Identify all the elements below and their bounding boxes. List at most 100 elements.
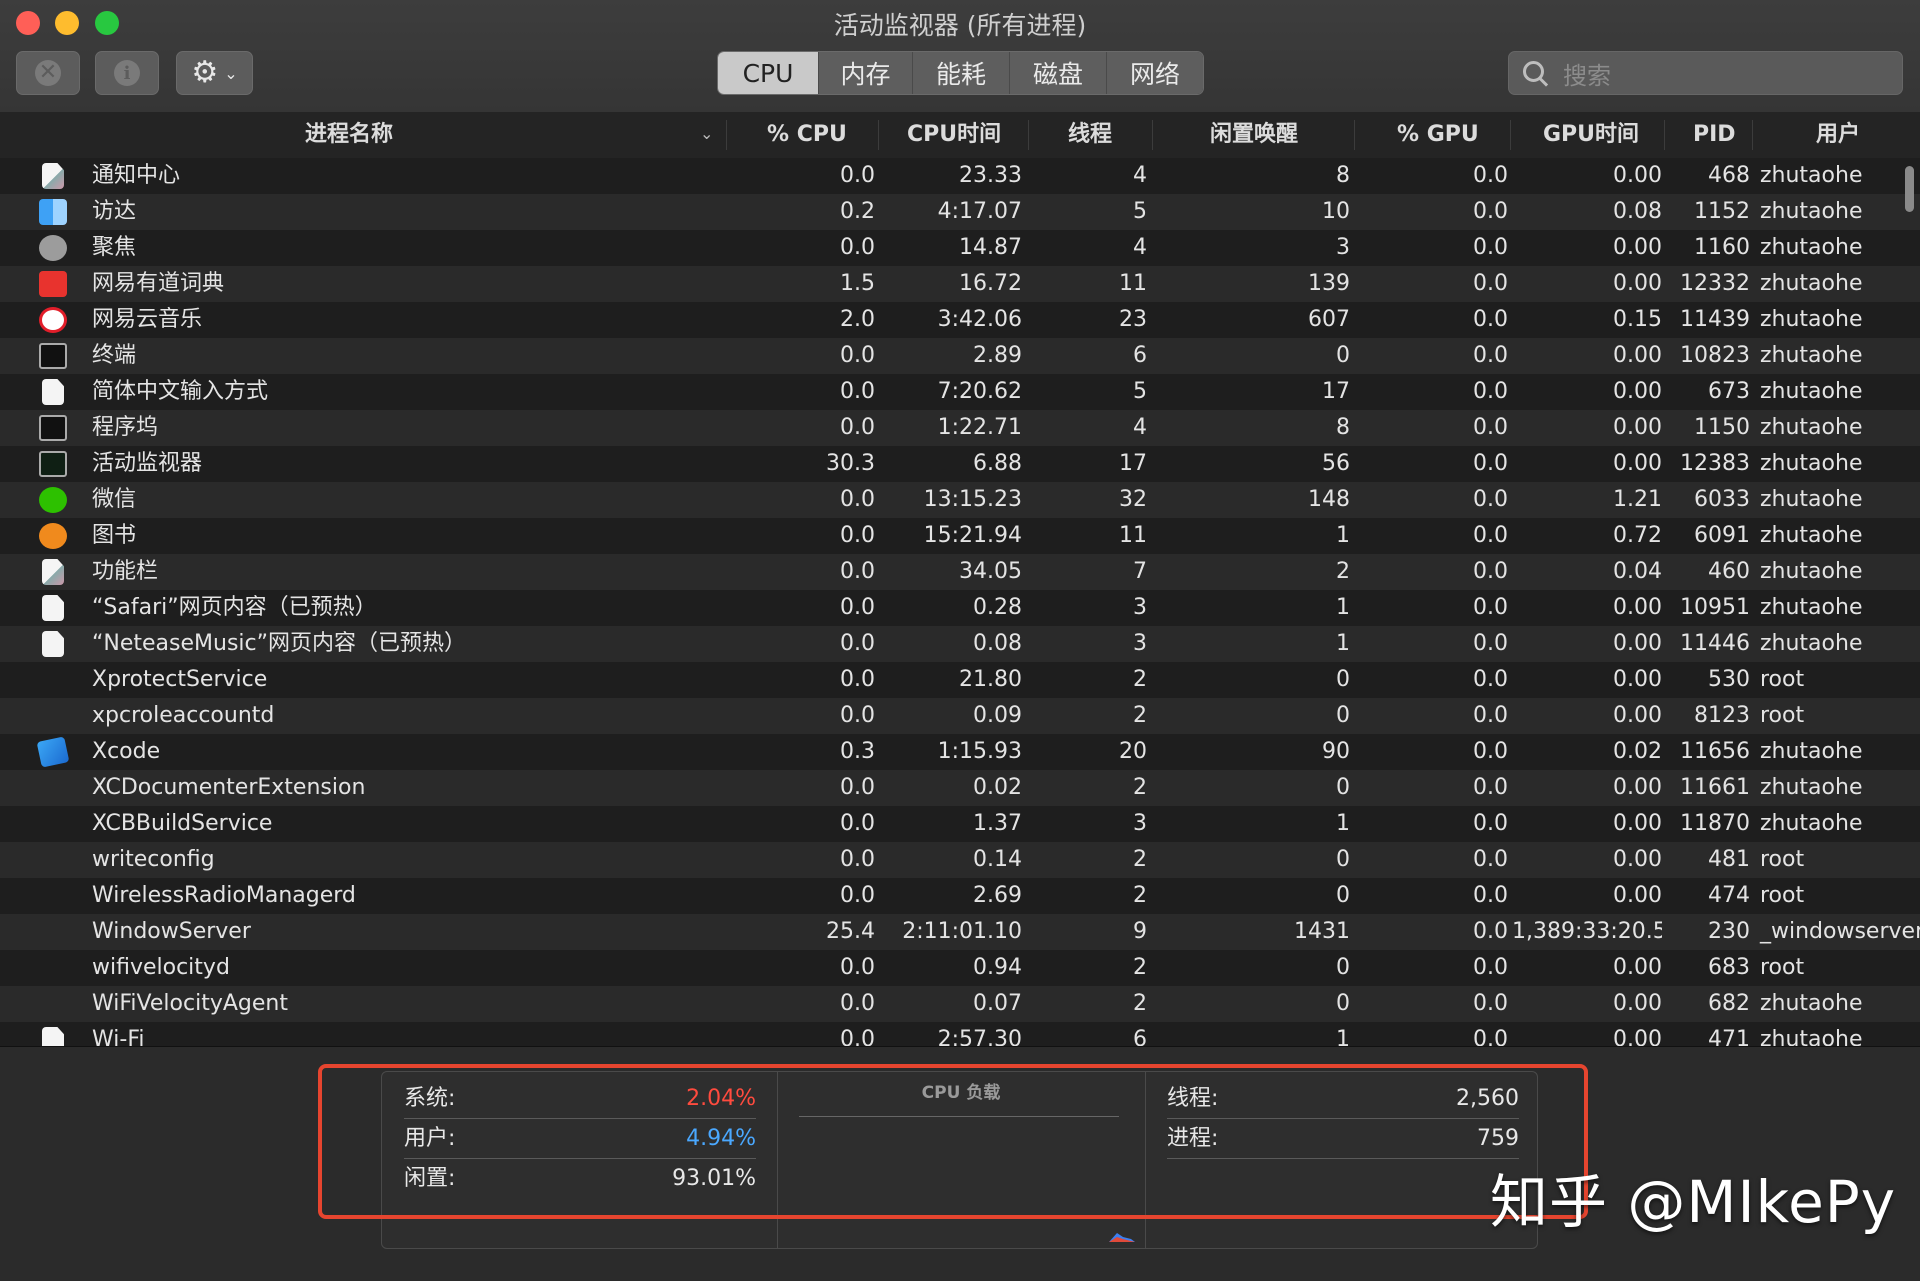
tab-disk[interactable]: 磁盘 — [1009, 52, 1106, 94]
user-name: root — [1760, 667, 1805, 692]
table-row[interactable]: writeconfig 0.0 0.14 2 0 0.0 0.00 481 root — [0, 842, 1920, 878]
column-header-process-name[interactable]: 进程名称 — [305, 112, 393, 158]
process-name: 网易云音乐 — [92, 307, 203, 332]
table-row[interactable]: WiFiVelocityAgent 0.0 0.07 2 0 0.0 0.00 682 zhut… — [0, 986, 1920, 1022]
search-icon — [1521, 59, 1549, 87]
process-name: 终端 — [92, 343, 137, 368]
process-name: WirelessRadioManagerd — [92, 883, 356, 908]
table-row[interactable]: 终端 0.0 2.89 6 0 0.0 0.00 10823 zhutaohe — [0, 338, 1920, 374]
idle-wakeups: 1 — [1336, 1027, 1350, 1046]
tab-cpu[interactable]: CPU — [718, 52, 818, 94]
table-row[interactable]: 程序坞 0.0 1:22.71 4 8 0.0 0.00 1150 zhutaohe — [0, 410, 1920, 446]
cpu-percent: 0.0 — [840, 631, 875, 656]
table-row[interactable]: “Safari”网页内容（已预热） 0.0 0.28 3 1 0.0 0.00 10951 zh… — [0, 590, 1920, 626]
gpu-time: 0.00 — [1613, 235, 1662, 260]
inspect-process-button[interactable]: i — [95, 51, 159, 95]
cpu-percent: 0.0 — [840, 775, 875, 800]
process-name: “NeteaseMusic”网页内容（已预热） — [92, 631, 467, 656]
process-name: “Safari”网页内容（已预热） — [92, 595, 377, 620]
table-row[interactable]: 网易有道词典 1.5 16.72 11 139 0.0 0.00 12332 zhutaohe — [0, 266, 1920, 302]
table-row[interactable]: 通知中心 0.0 23.33 4 8 0.0 0.00 468 zhutaohe — [0, 158, 1920, 194]
table-row[interactable]: 聚焦 0.0 14.87 4 3 0.0 0.00 1160 zhutaohe — [0, 230, 1920, 266]
table-row[interactable]: Wi-Fi 0.0 2:57.30 6 1 0.0 0.00 471 zhutaohe — [0, 1022, 1920, 1046]
thread-count: 2 — [1133, 667, 1147, 692]
table-scrollbar[interactable] — [1905, 166, 1914, 212]
user-name: zhutaohe — [1760, 379, 1863, 404]
idle-wakeups: 1431 — [1294, 919, 1350, 944]
cpu-time: 2:57.30 — [937, 1027, 1022, 1046]
table-row[interactable]: wifivelocityd 0.0 0.94 2 0 0.0 0.00 683 root — [0, 950, 1920, 986]
column-header-user[interactable]: 用户 — [1816, 112, 1860, 158]
gpu-time: 0.00 — [1613, 415, 1662, 440]
table-header: 进程名称 ⌄ % CPU CPU时间 线程 闲置唤醒 % GPU GPU时间 P… — [0, 112, 1920, 159]
table-row[interactable]: 功能栏 0.0 34.05 7 2 0.0 0.04 460 zhutaohe — [0, 554, 1920, 590]
process-name: WindowServer — [92, 919, 251, 944]
column-header-idle-wake[interactable]: 闲置唤醒 — [1210, 112, 1298, 158]
table-row[interactable]: 图书 0.0 15:21.94 11 1 0.0 0.72 6091 zhutaohe — [0, 518, 1920, 554]
cpu-time: 1.37 — [973, 811, 1022, 836]
gpu-time: 0.00 — [1613, 343, 1662, 368]
control-strip-icon — [42, 559, 64, 585]
gpu-time: 0.00 — [1613, 1027, 1662, 1046]
gpu-time: 0.00 — [1613, 667, 1662, 692]
idle-wakeups: 8 — [1336, 163, 1350, 188]
quit-process-button[interactable]: ✕ — [16, 51, 80, 95]
pid: 11446 — [1680, 631, 1750, 656]
user-name: zhutaohe — [1760, 523, 1863, 548]
idle-wakeups: 1 — [1336, 631, 1350, 656]
table-row[interactable]: 活动监视器 30.3 6.88 17 56 0.0 0.00 12383 zhutaohe — [0, 446, 1920, 482]
table-row[interactable]: XprotectService 0.0 21.80 2 0 0.0 0.00 530 root — [0, 662, 1920, 698]
column-header-threads[interactable]: 线程 — [1068, 112, 1112, 158]
table-row[interactable]: XCBBuildService 0.0 1.37 3 1 0.0 0.00 11870 zhut… — [0, 806, 1920, 842]
table-row[interactable]: 访达 0.2 4:17.07 5 10 0.0 0.08 1152 zhutaohe — [0, 194, 1920, 230]
gpu-time: 0.00 — [1613, 703, 1662, 728]
thread-count: 2 — [1133, 955, 1147, 980]
table-row[interactable]: 微信 0.0 13:15.23 32 148 0.0 1.21 6033 zhutaohe — [0, 482, 1920, 518]
table-row[interactable]: “NeteaseMusic”网页内容（已预热） 0.0 0.08 3 1 0.0 0.00 1… — [0, 626, 1920, 662]
tab-energy[interactable]: 能耗 — [912, 52, 1009, 94]
search-field[interactable]: 搜索 — [1508, 51, 1903, 95]
column-header-pid[interactable]: PID — [1693, 112, 1736, 158]
table-row[interactable]: 网易云音乐 2.0 3:42.06 23 607 0.0 0.15 11439 zhutaohe — [0, 302, 1920, 338]
tab-network[interactable]: 网络 — [1106, 52, 1203, 94]
actions-menu-button[interactable]: ⚙ ⌄ — [176, 51, 253, 95]
thread-count: 4 — [1133, 235, 1147, 260]
pid: 682 — [1708, 991, 1750, 1016]
cpu-time: 0.94 — [973, 955, 1022, 980]
gpu-time: 0.00 — [1613, 451, 1662, 476]
cpu-percent: 0.0 — [840, 955, 875, 980]
stop-icon: ✕ — [35, 60, 61, 86]
thread-count: 4 — [1133, 163, 1147, 188]
column-header-gpu[interactable]: % GPU — [1397, 112, 1479, 158]
cpu-percent: 0.0 — [840, 595, 875, 620]
user-name: zhutaohe — [1760, 163, 1863, 188]
search-placeholder: 搜索 — [1563, 61, 1611, 90]
gpu-time: 1,389:33:20.5 — [1512, 919, 1662, 944]
cpu-percent: 0.0 — [840, 379, 875, 404]
cpu-percent: 0.0 — [840, 883, 875, 908]
gpu-time: 0.00 — [1613, 883, 1662, 908]
table-row[interactable]: Xcode 0.3 1:15.93 20 90 0.0 0.02 11656 zhutaohe — [0, 734, 1920, 770]
table-row[interactable]: WindowServer 25.4 2:11:01.10 9 1431 0.0 1,389:… — [0, 914, 1920, 950]
pid: 481 — [1708, 847, 1750, 872]
thread-count: 4 — [1133, 415, 1147, 440]
cpu-time: 0.28 — [973, 595, 1022, 620]
column-header-gpu-time[interactable]: GPU时间 — [1543, 112, 1639, 158]
user-name: zhutaohe — [1760, 415, 1863, 440]
user-name: root — [1760, 955, 1805, 980]
cpu-percent: 0.2 — [840, 199, 875, 224]
document-icon — [42, 379, 64, 405]
column-header-cpu-time[interactable]: CPU时间 — [907, 112, 1001, 158]
idle-wakeups: 2 — [1336, 559, 1350, 584]
thread-count: 5 — [1133, 199, 1147, 224]
column-header-cpu[interactable]: % CPU — [767, 112, 847, 158]
table-row[interactable]: xpcroleaccountd 0.0 0.09 2 0 0.0 0.00 8123 root — [0, 698, 1920, 734]
thread-count: 20 — [1119, 739, 1147, 764]
table-row[interactable]: WirelessRadioManagerd 0.0 2.69 2 0 0.0 0.00 474… — [0, 878, 1920, 914]
table-row[interactable]: 简体中文输入方式 0.0 7:20.62 5 17 0.0 0.00 673 zhutaohe — [0, 374, 1920, 410]
pid: 11661 — [1680, 775, 1750, 800]
cpu-time: 15:21.94 — [923, 523, 1022, 548]
table-row[interactable]: XCDocumenterExtension 0.0 0.02 2 0 0.0 0.00 116… — [0, 770, 1920, 806]
tab-memory[interactable]: 内存 — [818, 52, 912, 94]
user-name: zhutaohe — [1760, 1027, 1863, 1046]
